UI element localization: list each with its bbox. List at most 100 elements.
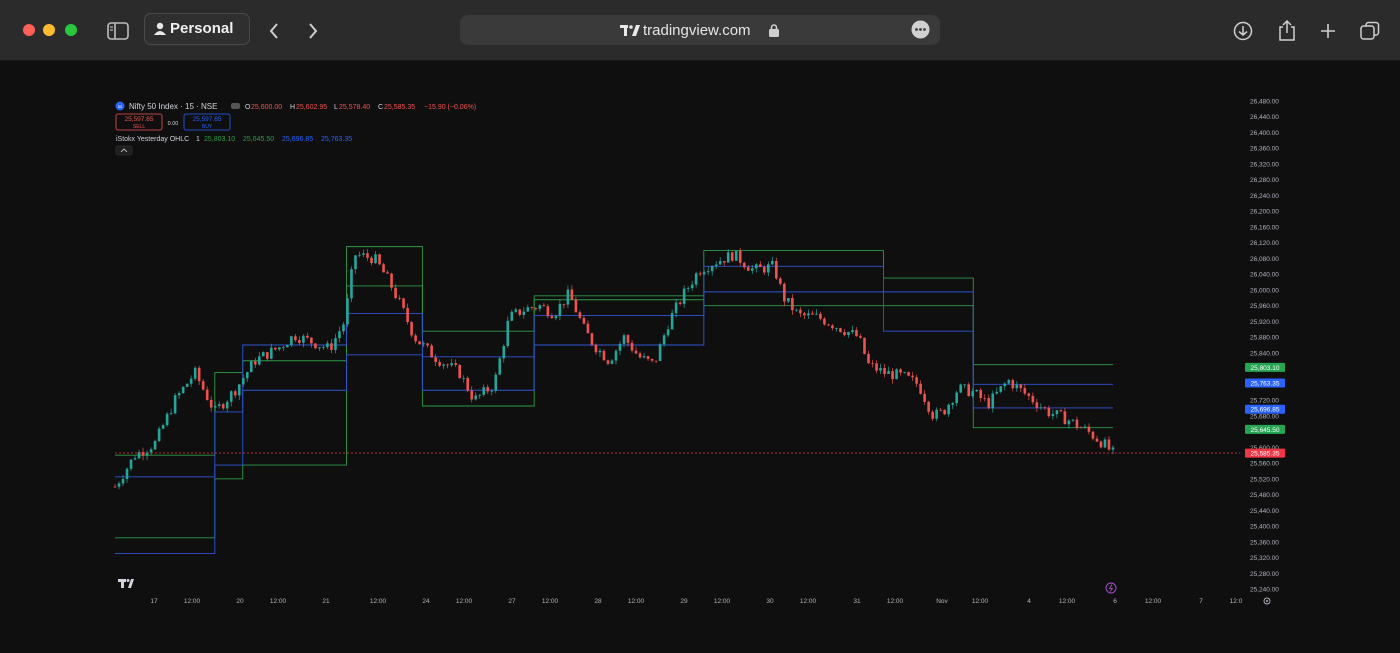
candle — [346, 294, 349, 327]
candle — [189, 375, 193, 387]
sidebar-icon[interactable] — [107, 22, 129, 40]
candle — [458, 364, 461, 379]
candle — [686, 286, 690, 293]
candle — [498, 356, 502, 376]
candle — [614, 349, 618, 365]
candle — [1015, 381, 1019, 392]
price-axis[interactable]: 26,480.00 26,440.00 26,400.00 26,360.00 26,3… — [1250, 99, 1279, 594]
x-tick-label: 6 — [1113, 598, 1117, 605]
y-tick-label: 25,400.00 — [1250, 524, 1279, 531]
candle — [666, 325, 670, 338]
candle — [209, 396, 213, 412]
candle — [494, 372, 498, 394]
candle — [366, 249, 369, 262]
close-window-button[interactable] — [23, 24, 35, 36]
y-tick-label: 26,120.00 — [1250, 240, 1279, 247]
candle — [566, 285, 570, 309]
x-tick-label: 12:00 — [184, 598, 201, 605]
candle — [758, 261, 762, 268]
candle — [1003, 381, 1007, 391]
candle — [847, 331, 850, 338]
x-tick-label: 12:00 — [972, 598, 989, 605]
price-axis-label: 25,645.50 — [1245, 424, 1285, 434]
x-tick-label: 12:00 — [714, 598, 731, 605]
candle — [1011, 378, 1015, 392]
candle — [891, 368, 894, 384]
candle — [650, 358, 654, 363]
tabs-icon[interactable] — [1360, 21, 1380, 41]
candle — [149, 447, 153, 456]
x-tick-label: 27 — [508, 598, 516, 605]
candle — [470, 386, 474, 403]
yesterday-low-line — [115, 285, 1113, 456]
address-bar[interactable]: tradingview.com — [460, 15, 940, 45]
candle — [1107, 436, 1111, 451]
x-tick-label: 24 — [422, 598, 430, 605]
back-icon[interactable] — [268, 22, 280, 40]
candle — [217, 401, 221, 409]
chevron-up-icon[interactable] — [115, 145, 133, 156]
candle — [646, 355, 650, 362]
candle — [979, 388, 983, 402]
settings-icon[interactable] — [1263, 597, 1271, 605]
candle — [342, 322, 345, 335]
timezone-icon[interactable] — [1105, 582, 1117, 594]
profile-button[interactable]: Personal — [144, 13, 250, 45]
candle — [113, 484, 117, 488]
candle — [598, 348, 602, 357]
forward-icon[interactable] — [307, 22, 319, 40]
candle — [550, 313, 554, 319]
minimize-window-button[interactable] — [43, 24, 55, 36]
indicator-name[interactable]: iStokx Yesterday OHLC — [116, 136, 189, 143]
candle — [1103, 437, 1107, 449]
new-tab-icon[interactable] — [1320, 23, 1336, 39]
more-icon[interactable] — [911, 20, 930, 39]
zoom-window-button[interactable] — [65, 24, 77, 36]
candle — [1071, 419, 1075, 423]
x-tick-label: 12:00 — [887, 598, 904, 605]
candle — [466, 376, 470, 393]
candle — [430, 343, 433, 358]
candle — [177, 391, 181, 399]
candle — [879, 363, 882, 375]
svg-text:SELL: SELL — [133, 124, 145, 130]
candle — [205, 386, 209, 401]
time-axis[interactable]: 17 12:00 20 12:00 21 12:00 24 12:00 27 12:00 28 12:… — [150, 598, 1242, 605]
candle — [875, 360, 878, 374]
buy-button[interactable]: 25,597.65 BUY — [183, 113, 231, 131]
chart-area[interactable]: 26,480.00 26,440.00 26,400.00 26,360.00 26,3… — [0, 61, 1400, 648]
candle — [815, 309, 818, 316]
tradingview-watermark-icon[interactable] — [118, 579, 134, 588]
candle — [270, 343, 273, 360]
svg-text:BUY: BUY — [202, 124, 213, 130]
x-tick-label: 12:00 — [542, 598, 559, 605]
sell-button[interactable]: 25,597.65 SELL — [115, 113, 163, 131]
candle — [410, 321, 413, 338]
candle — [1047, 405, 1051, 419]
share-icon[interactable] — [1278, 19, 1296, 42]
download-icon[interactable] — [1233, 21, 1253, 41]
candle — [562, 303, 566, 309]
candle — [730, 251, 734, 263]
candle — [754, 262, 758, 273]
candle — [803, 311, 806, 320]
candle — [767, 261, 770, 277]
candle — [394, 284, 397, 300]
candle — [478, 394, 482, 399]
candle — [995, 387, 999, 395]
candle — [939, 408, 942, 412]
y-tick-label: 26,240.00 — [1250, 193, 1279, 200]
y-tick-label: 25,920.00 — [1250, 319, 1279, 326]
candle — [534, 306, 538, 312]
price-chart[interactable]: 26,480.00 26,440.00 26,400.00 26,360.00 26,3… — [0, 61, 1400, 648]
candle — [518, 309, 522, 317]
candle — [851, 325, 854, 334]
candle — [594, 343, 598, 355]
y-tick-label: 25,240.00 — [1250, 587, 1279, 594]
symbol-title[interactable]: Nifty 50 Index · 15 · NSE — [129, 102, 217, 111]
candle — [462, 375, 465, 383]
candle — [414, 333, 417, 344]
candle — [350, 266, 353, 303]
candle — [274, 347, 277, 351]
candle — [1051, 409, 1055, 420]
